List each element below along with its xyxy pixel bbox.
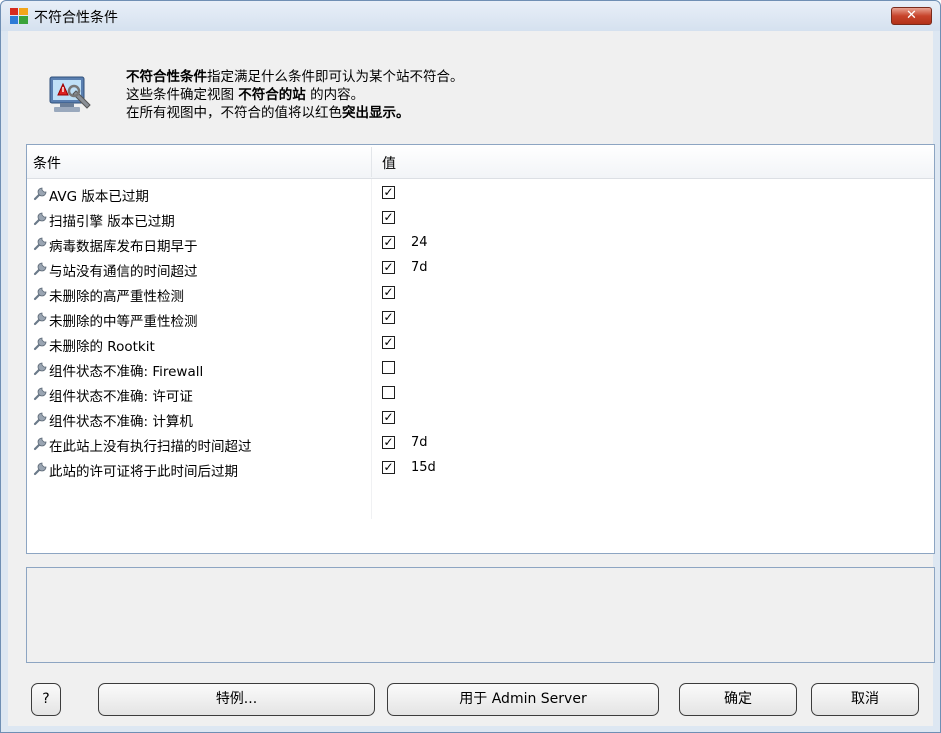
condition-value[interactable]: 15d <box>411 460 436 475</box>
condition-checkbox[interactable] <box>382 361 395 374</box>
column-header-value[interactable]: 值 <box>382 153 396 173</box>
cancel-button[interactable]: 取消 <box>811 683 919 716</box>
table-row[interactable]: 未删除的中等严重性检测 ✓ <box>27 306 934 331</box>
condition-label: 组件状态不准确: 许可证 <box>49 389 193 405</box>
condition-label: 未删除的中等严重性检测 <box>49 314 198 330</box>
table-row[interactable]: 扫描引擎 版本已过期 ✓ <box>27 206 934 231</box>
close-icon: ✕ <box>906 8 917 23</box>
condition-label: 组件状态不准确: Firewall <box>49 364 204 380</box>
description-panel: 不符合性条件指定满足什么条件即可认为某个站不符合。 这些条件确定视图 不符合的站… <box>8 31 933 159</box>
condition-label: AVG 版本已过期 <box>49 189 149 205</box>
condition-checkbox[interactable]: ✓ <box>382 336 395 349</box>
wrench-icon <box>33 187 47 201</box>
dialog-window: 不符合性条件 ✕ 不符合性条件指定满足什么条件即可认为某个站不符合。 这些条件确… <box>0 0 941 733</box>
window-title: 不符合性条件 <box>34 10 118 26</box>
table-row[interactable]: 与站没有通信的时间超过 ✓ 7d <box>27 256 934 281</box>
condition-checkbox[interactable]: ✓ <box>382 186 395 199</box>
wrench-icon <box>33 312 47 326</box>
description-text: 不符合性条件指定满足什么条件即可认为某个站不符合。 这些条件确定视图 不符合的站… <box>126 68 464 122</box>
table-row[interactable]: 病毒数据库发布日期早于 ✓ 24 <box>27 231 934 256</box>
condition-checkbox[interactable]: ✓ <box>382 236 395 249</box>
condition-value[interactable]: 7d <box>411 260 428 275</box>
condition-label: 未删除的高严重性检测 <box>49 289 184 305</box>
wrench-icon <box>33 262 47 276</box>
table-row[interactable]: 此站的许可证将于此时间后过期 ✓ 15d <box>27 456 934 481</box>
wrench-icon <box>33 437 47 451</box>
wrench-icon <box>33 337 47 351</box>
condition-value[interactable]: 24 <box>411 235 428 250</box>
condition-label: 组件状态不准确: 计算机 <box>49 414 193 430</box>
wrench-icon <box>33 412 47 426</box>
title-bar[interactable]: 不符合性条件 ✕ <box>1 1 940 31</box>
column-divider[interactable] <box>371 147 372 177</box>
wrench-icon <box>33 362 47 376</box>
description-line-1: 不符合性条件指定满足什么条件即可认为某个站不符合。 <box>126 68 464 86</box>
ok-button[interactable]: 确定 <box>679 683 797 716</box>
table-row[interactable]: 在此站上没有执行扫描的时间超过 ✓ 7d <box>27 431 934 456</box>
description-line-1-rest: 指定满足什么条件即可认为某个站不符合。 <box>207 69 464 85</box>
table-row[interactable]: 组件状态不准确: 许可证 <box>27 381 934 406</box>
condition-label: 扫描引擎 版本已过期 <box>49 214 175 230</box>
condition-label: 此站的许可证将于此时间后过期 <box>49 464 238 480</box>
wrench-icon <box>33 462 47 476</box>
condition-label: 未删除的 Rootkit <box>49 339 155 355</box>
condition-checkbox[interactable] <box>382 386 395 399</box>
close-button[interactable]: ✕ <box>891 7 932 25</box>
apply-admin-server-button[interactable]: 用于 Admin Server <box>387 683 659 716</box>
description-line-3-pre: 在所有视图中，不符合的值将以红色 <box>126 105 342 121</box>
condition-checkbox[interactable]: ✓ <box>382 411 395 424</box>
condition-checkbox[interactable]: ✓ <box>382 261 395 274</box>
computer-warning-icon <box>49 76 91 112</box>
description-line-2: 这些条件确定视图 不符合的站 的内容。 <box>126 86 464 104</box>
description-line-2-pre: 这些条件确定视图 <box>126 87 239 103</box>
condition-label: 在此站上没有执行扫描的时间超过 <box>49 439 252 455</box>
description-line-2-post: 的内容。 <box>305 87 365 103</box>
condition-checkbox[interactable]: ✓ <box>382 461 395 474</box>
table-header: 条件 值 <box>27 145 934 179</box>
table-row[interactable]: 未删除的高严重性检测 ✓ <box>27 281 934 306</box>
column-header-condition[interactable]: 条件 <box>33 153 61 173</box>
description-line-3-bold: 突出显示。 <box>342 105 410 121</box>
description-box <box>26 567 935 663</box>
wrench-icon <box>33 237 47 251</box>
exceptions-button[interactable]: 特例... <box>98 683 375 716</box>
description-line-3: 在所有视图中，不符合的值将以红色突出显示。 <box>126 104 464 122</box>
condition-checkbox[interactable]: ✓ <box>382 211 395 224</box>
avg-logo-icon <box>10 8 28 24</box>
condition-value[interactable]: 7d <box>411 435 428 450</box>
condition-checkbox[interactable]: ✓ <box>382 311 395 324</box>
condition-label: 与站没有通信的时间超过 <box>49 264 198 280</box>
description-line-2-bold: 不符合的站 <box>238 87 306 103</box>
table-row[interactable]: AVG 版本已过期 ✓ <box>27 181 934 206</box>
wrench-icon <box>33 287 47 301</box>
wrench-icon <box>33 212 47 226</box>
condition-checkbox[interactable]: ✓ <box>382 286 395 299</box>
help-button[interactable]: ? <box>31 683 61 716</box>
description-line-1-bold: 不符合性条件 <box>126 69 207 85</box>
condition-checkbox[interactable]: ✓ <box>382 436 395 449</box>
condition-label: 病毒数据库发布日期早于 <box>49 239 198 255</box>
wrench-icon <box>33 387 47 401</box>
table-row[interactable]: 组件状态不准确: Firewall <box>27 356 934 381</box>
table-row[interactable]: 组件状态不准确: 计算机 ✓ <box>27 406 934 431</box>
conditions-table: 条件 值 AVG 版本已过期 ✓ 扫描引擎 版本已过期 ✓ 病毒数据库发布日期早于 ✓ 24… <box>26 144 935 554</box>
table-row[interactable]: 未删除的 Rootkit ✓ <box>27 331 934 356</box>
